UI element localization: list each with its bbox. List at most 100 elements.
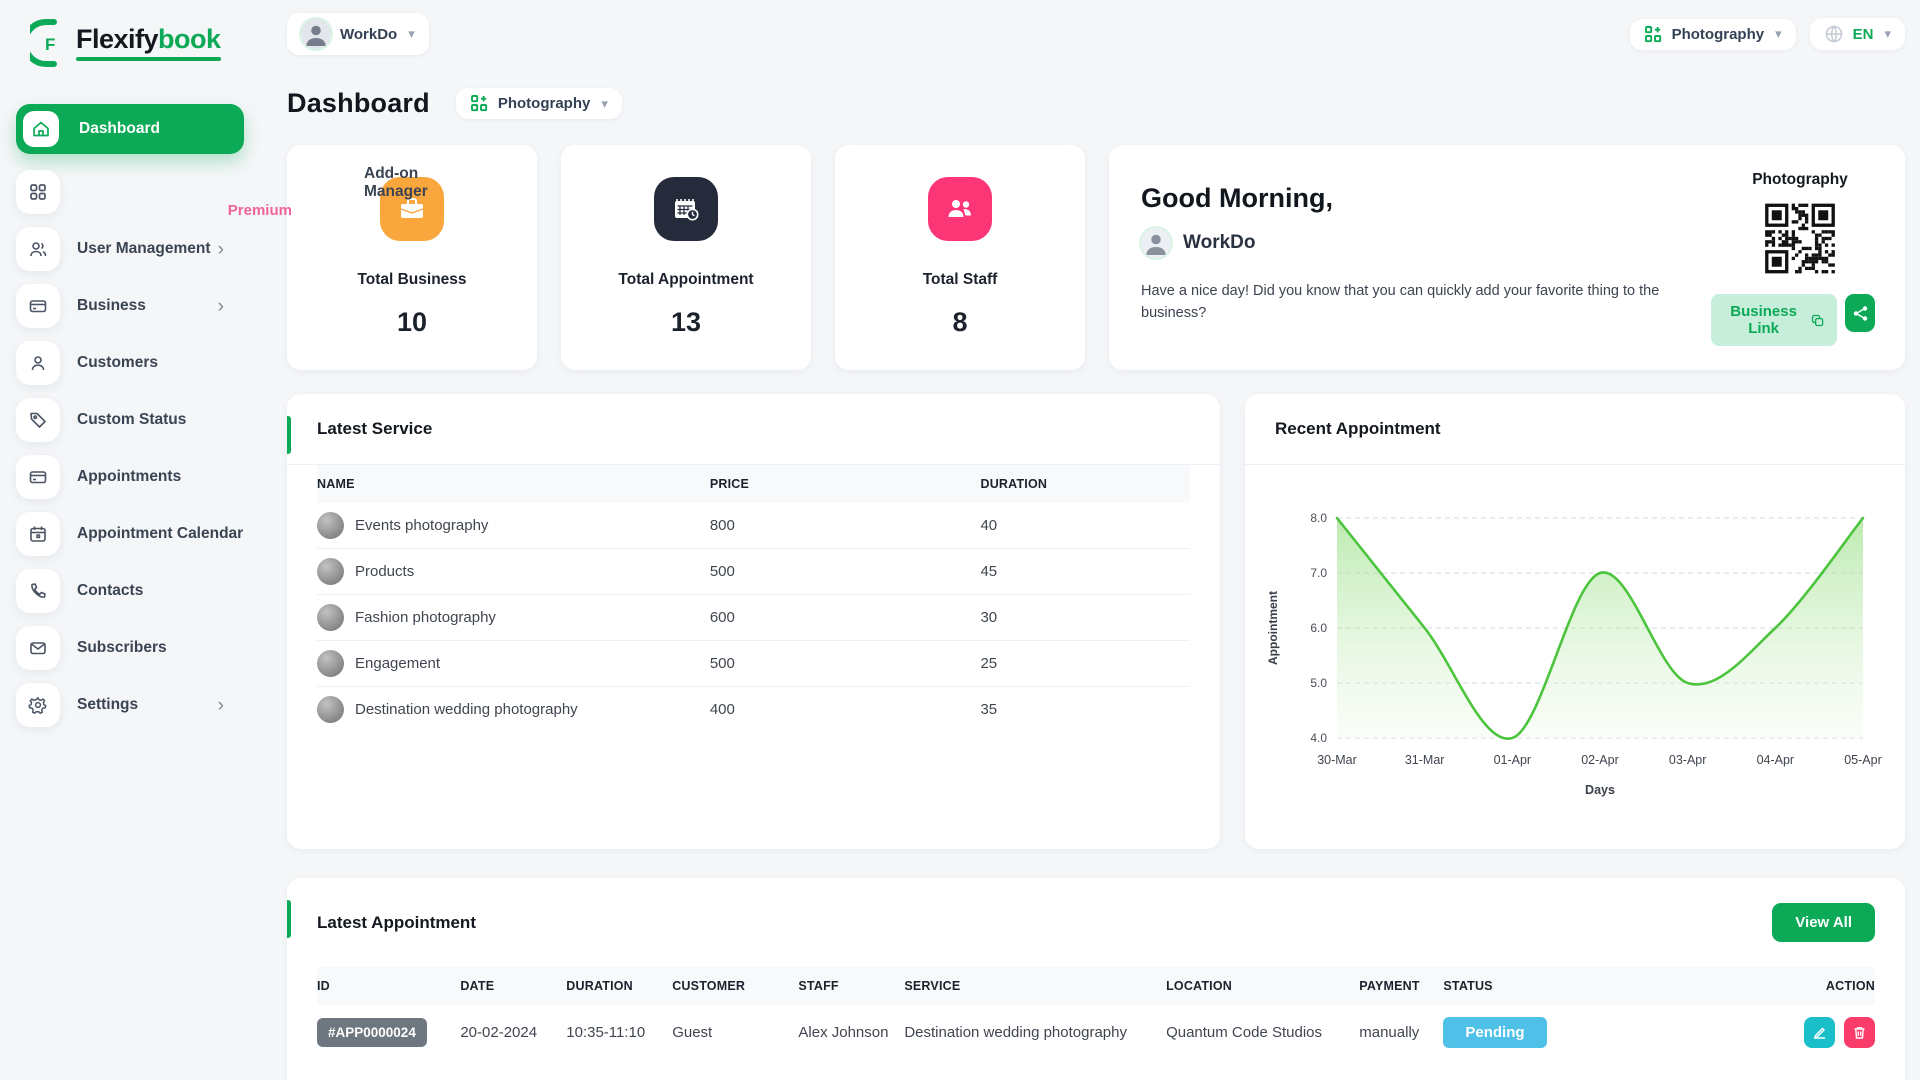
sidebar-item-label: Appointments	[77, 468, 181, 486]
table-row[interactable]: Destination wedding photography 400 35	[317, 687, 1190, 733]
sidebar-item-settings[interactable]: Settings ›	[16, 683, 246, 727]
edit-button[interactable]	[1804, 1017, 1835, 1048]
appointment-payment: manually	[1359, 1005, 1443, 1060]
delete-button[interactable]	[1844, 1017, 1875, 1048]
view-all-button[interactable]: View All	[1772, 903, 1875, 942]
share-icon	[1852, 305, 1869, 322]
table-row[interactable]: Engagement 500 25	[317, 641, 1190, 687]
column-header-payment: PAYMENT	[1359, 967, 1443, 1005]
sidebar-item-appointment-calendar[interactable]: Appointment Calendar	[16, 512, 246, 556]
greeting-title: Good Morning,	[1141, 183, 1706, 214]
latest-appointment-card: Latest Appointment View All ID DATE DURA…	[287, 878, 1905, 1080]
chevron-right-icon: ›	[218, 696, 224, 715]
svg-text:02-Apr: 02-Apr	[1581, 753, 1619, 767]
appointment-id-badge[interactable]: #APP0000024	[317, 1018, 427, 1047]
service-name: Engagement	[355, 655, 440, 672]
recent-appointment-card: Recent Appointment 4.05.06.07.08.030-Mar…	[1245, 394, 1905, 849]
sidebar-item-subscribers[interactable]: Subscribers	[16, 626, 246, 670]
latest-service-title: Latest Service	[317, 419, 432, 439]
sidebar-item-label: Contacts	[77, 582, 143, 600]
service-name: Fashion photography	[355, 609, 496, 626]
svg-text:01-Apr: 01-Apr	[1494, 753, 1532, 767]
tag-icon	[16, 398, 60, 442]
workspace-selector[interactable]: WorkDo ▾	[287, 13, 429, 55]
copy-icon	[1811, 312, 1824, 329]
service-price: 500	[710, 641, 981, 687]
sidebar-item-label: Customers	[77, 354, 158, 372]
sidebar-item-label: Appointment Calendar	[77, 525, 243, 543]
business-selector-page[interactable]: Photography ▾	[456, 88, 622, 119]
table-row[interactable]: Events photography 800 40	[317, 503, 1190, 549]
service-name: Destination wedding photography	[355, 701, 578, 718]
sidebar-item-custom-status[interactable]: Custom Status	[16, 398, 246, 442]
column-header-id: ID	[317, 967, 460, 1005]
service-thumbnail	[317, 558, 344, 585]
gear-icon	[16, 683, 60, 727]
column-header-service: SERVICE	[904, 967, 1166, 1005]
topbar: WorkDo ▾ Photography ▾ EN ▾	[287, 0, 1905, 60]
chevron-down-icon: ▾	[601, 96, 608, 112]
sidebar-item-user-management[interactable]: User Management ›	[16, 227, 246, 271]
service-duration: 40	[980, 503, 1190, 549]
avatar	[301, 19, 331, 49]
column-header-location: LOCATION	[1166, 967, 1359, 1005]
grid-plus-icon	[470, 94, 489, 113]
sidebar-item-dashboard[interactable]: Dashboard	[16, 104, 244, 154]
service-price: 600	[710, 595, 981, 641]
service-price: 500	[710, 549, 981, 595]
appointment-staff: Alex Johnson	[798, 1005, 904, 1060]
app-logo[interactable]: F Flexifybook	[16, 14, 246, 68]
sidebar-item-label: Settings	[77, 696, 138, 714]
service-price: 800	[710, 503, 981, 549]
business-selector-top[interactable]: Photography ▾	[1630, 19, 1796, 50]
language-selector[interactable]: EN ▾	[1810, 18, 1905, 50]
chevron-right-icon: ›	[218, 297, 224, 316]
stat-label: Total Appointment	[618, 271, 753, 289]
sidebar-item-label: Subscribers	[77, 639, 167, 657]
column-header-duration: DURATION	[566, 967, 672, 1005]
service-duration: 35	[980, 687, 1190, 733]
sidebar-item-contacts[interactable]: Contacts	[16, 569, 246, 613]
service-thumbnail	[317, 650, 344, 677]
sidebar-item-business[interactable]: Business ›	[16, 284, 246, 328]
column-header-date: DATE	[460, 967, 566, 1005]
service-price: 400	[710, 687, 981, 733]
sidebar-nav: Dashboard Add-on Manager Premium User Ma…	[16, 104, 246, 740]
stat-label: Total Staff	[923, 271, 998, 289]
stat-label: Total Business	[357, 271, 466, 289]
service-name: Products	[355, 563, 414, 580]
business-selector-label: Photography	[498, 95, 591, 112]
stat-value: 8	[952, 307, 967, 338]
chevron-down-icon: ▾	[408, 26, 415, 42]
sidebar-item-customers[interactable]: Customers	[16, 341, 246, 385]
service-thumbnail	[317, 696, 344, 723]
latest-appointment-title: Latest Appointment	[317, 913, 476, 933]
calendar-icon	[16, 512, 60, 556]
app-title: Flexifybook	[76, 26, 221, 53]
greeting-message: Have a nice day! Did you know that you c…	[1141, 280, 1706, 325]
sidebar-item-label: Custom Status	[77, 411, 186, 429]
accent-bar	[287, 416, 291, 454]
chevron-right-icon: ›	[218, 240, 224, 259]
business-link-button[interactable]: Business Link	[1711, 294, 1837, 346]
sidebar-item-appointments[interactable]: Appointments	[16, 455, 246, 499]
appointment-service: Destination wedding photography	[904, 1005, 1166, 1060]
svg-text:30-Mar: 30-Mar	[1317, 753, 1357, 767]
svg-text:4.0: 4.0	[1310, 731, 1327, 745]
premium-badge: Premium	[228, 202, 292, 219]
svg-text:31-Mar: 31-Mar	[1405, 753, 1445, 767]
sidebar: F Flexifybook Dashboard Add-on Manager P…	[0, 0, 262, 1080]
stat-card-total-staff: Total Staff 8	[835, 145, 1085, 370]
home-icon	[23, 111, 59, 147]
grid-icon	[16, 170, 60, 214]
business-link-label: Business Link	[1724, 303, 1803, 337]
column-header-customer: CUSTOMER	[672, 967, 798, 1005]
table-row[interactable]: Products 500 45	[317, 549, 1190, 595]
service-duration: 30	[980, 595, 1190, 641]
staff-icon	[928, 177, 992, 241]
status-badge: Pending	[1443, 1017, 1546, 1048]
table-row[interactable]: Fashion photography 600 30	[317, 595, 1190, 641]
share-button[interactable]	[1845, 294, 1875, 332]
logo-icon: F	[30, 18, 68, 68]
sidebar-item-addon-manager[interactable]: Add-on Manager Premium	[16, 170, 246, 214]
